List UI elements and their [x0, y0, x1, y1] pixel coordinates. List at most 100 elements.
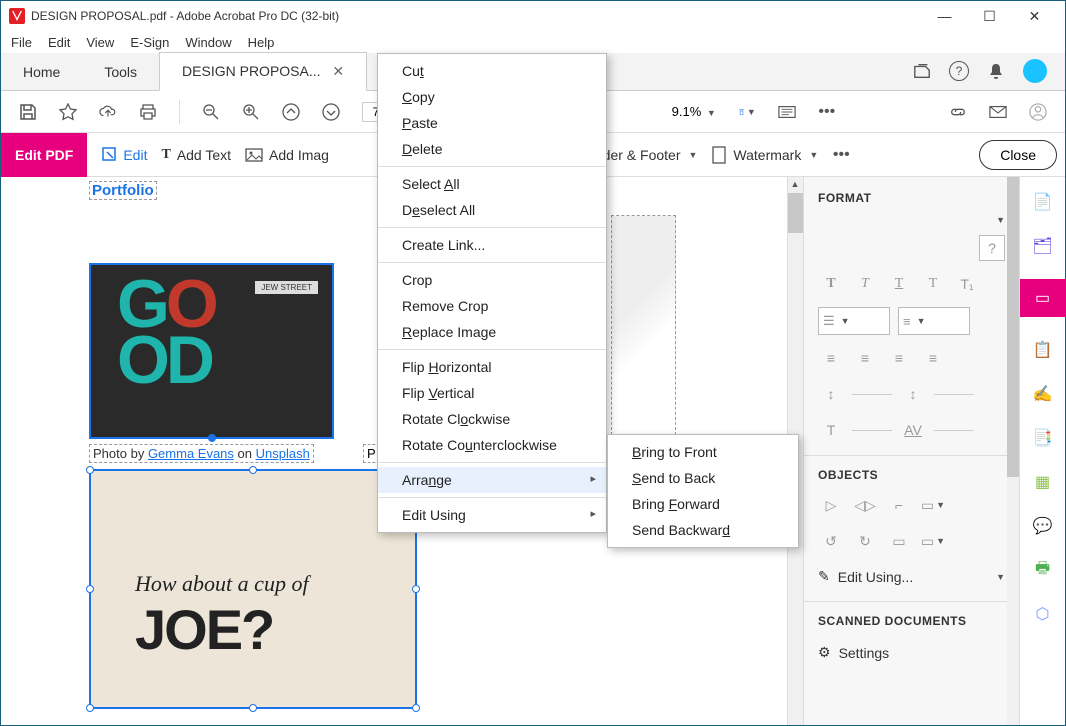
- tab-tools[interactable]: Tools: [82, 54, 159, 90]
- star-icon[interactable]: [59, 103, 77, 121]
- ctx-create-link[interactable]: Create Link...: [378, 232, 606, 258]
- avatar[interactable]: [1023, 59, 1047, 83]
- close-window-button[interactable]: ✕: [1012, 1, 1057, 31]
- help-icon[interactable]: ?: [949, 61, 969, 81]
- watermark-tool[interactable]: Watermark▼: [711, 146, 818, 164]
- page-up-icon[interactable]: [282, 103, 300, 121]
- email-icon[interactable]: [989, 103, 1007, 121]
- rail-combine-icon[interactable]: 🗂: [1032, 235, 1054, 257]
- settings-row[interactable]: ⚙ Settings: [818, 638, 1005, 667]
- align-right-icon[interactable]: ≡: [886, 345, 912, 371]
- close-button[interactable]: Close: [979, 140, 1057, 170]
- text-color-icon[interactable]: T: [920, 271, 946, 297]
- crop-icon[interactable]: ⌐: [886, 492, 912, 518]
- rail-scan-icon[interactable]: ▦: [1032, 471, 1054, 493]
- char-spacing-icon[interactable]: AV: [900, 417, 926, 443]
- ctx-rotate-cw[interactable]: Rotate Clockwise: [378, 406, 606, 432]
- fit-width-icon[interactable]: ▼: [738, 103, 756, 121]
- help-format-icon[interactable]: ?: [979, 235, 1005, 261]
- rotate-ccw-icon[interactable]: ↺: [818, 528, 844, 554]
- tab-document[interactable]: DESIGN PROPOSA... ✕: [159, 52, 367, 91]
- ctx-replace-image[interactable]: Replace Image: [378, 319, 606, 345]
- image-papers[interactable]: [611, 215, 676, 435]
- rail-export-icon[interactable]: 📋: [1032, 339, 1054, 361]
- rotate-cw-icon[interactable]: ↻: [852, 528, 878, 554]
- line-spacing-icon[interactable]: ↕: [818, 381, 844, 407]
- arrange-icon[interactable]: ▭▼: [920, 528, 946, 554]
- image-caption[interactable]: Photo by Gemma Evans on Unsplash: [89, 444, 314, 463]
- ctx-deselect-all[interactable]: Deselect All: [378, 197, 606, 223]
- menu-window[interactable]: Window: [185, 35, 231, 50]
- tab-home[interactable]: Home: [1, 54, 82, 90]
- selection-handle[interactable]: [86, 466, 94, 474]
- align-left-icon[interactable]: ≡: [818, 345, 844, 371]
- selection-handle[interactable]: [412, 585, 420, 593]
- profile-icon[interactable]: [1029, 103, 1047, 121]
- align-center-icon[interactable]: ≡: [852, 345, 878, 371]
- align-justify-icon[interactable]: ≡: [920, 345, 946, 371]
- ctx-copy[interactable]: Copy: [378, 84, 606, 110]
- ctx-cut[interactable]: Cut: [378, 58, 606, 84]
- menu-edit[interactable]: Edit: [48, 35, 70, 50]
- scroll-up-icon[interactable]: ▲: [788, 179, 802, 189]
- bullet-list-dropdown[interactable]: ☰ ▼: [818, 307, 890, 335]
- rail-comment-icon[interactable]: 💬: [1032, 515, 1054, 537]
- paragraph-spacing-icon[interactable]: ↕: [900, 381, 926, 407]
- subscript-icon[interactable]: T₁: [954, 271, 980, 297]
- selection-handle[interactable]: [249, 704, 257, 712]
- sub-bring-front[interactable]: Bring to Front: [608, 439, 798, 465]
- format-scrollbar[interactable]: [1007, 177, 1019, 725]
- link-icon[interactable]: [949, 103, 967, 121]
- portfolio-heading[interactable]: Portfolio: [89, 181, 157, 200]
- menu-help[interactable]: Help: [248, 35, 275, 50]
- menu-file[interactable]: File: [11, 35, 32, 50]
- more-edit-icon[interactable]: •••: [832, 146, 850, 164]
- menu-esign[interactable]: E-Sign: [130, 35, 169, 50]
- read-mode-icon[interactable]: [778, 103, 796, 121]
- horizontal-scale-icon[interactable]: T: [818, 417, 844, 443]
- ctx-flip-horizontal[interactable]: Flip Horizontal: [378, 354, 606, 380]
- bell-icon[interactable]: [987, 62, 1005, 80]
- ctx-rotate-ccw[interactable]: Rotate Counterclockwise: [378, 432, 606, 458]
- sub-bring-forward[interactable]: Bring Forward: [608, 491, 798, 517]
- rail-organize-icon[interactable]: 📑: [1032, 427, 1054, 449]
- save-icon[interactable]: [19, 103, 37, 121]
- rail-edit-pdf-icon[interactable]: ▭: [1020, 279, 1066, 317]
- flip-vertical-icon[interactable]: ▷: [818, 492, 844, 518]
- rail-create-pdf-icon[interactable]: 📄: [1032, 191, 1054, 213]
- sub-send-back[interactable]: Send to Back: [608, 465, 798, 491]
- sub-send-backward[interactable]: Send Backward: [608, 517, 798, 543]
- page-down-icon[interactable]: [322, 103, 340, 121]
- link-unsplash[interactable]: Unsplash: [256, 446, 310, 461]
- image-joe[interactable]: How about a cup of JOE?: [89, 469, 417, 709]
- ctx-select-all[interactable]: Select All: [378, 171, 606, 197]
- zoom-in-icon[interactable]: [242, 103, 260, 121]
- edit-using-row[interactable]: ✎ Edit Using... ▼: [818, 564, 1005, 589]
- rail-print-icon[interactable]: 🖶: [1032, 559, 1054, 581]
- dropdown-icon[interactable]: ▼: [996, 215, 1005, 225]
- selection-handle[interactable]: [249, 466, 257, 474]
- ctx-remove-crop[interactable]: Remove Crop: [378, 293, 606, 319]
- number-list-dropdown[interactable]: ≡ ▼: [898, 307, 970, 335]
- rail-protect-icon[interactable]: ⬡: [1032, 603, 1054, 625]
- align-objects-icon[interactable]: ▭▼: [920, 492, 946, 518]
- add-text-tool[interactable]: T Add Text: [161, 147, 231, 163]
- print-icon[interactable]: [139, 103, 157, 121]
- ctx-delete[interactable]: Delete: [378, 136, 606, 162]
- tab-close-icon[interactable]: ✕: [332, 63, 344, 79]
- add-image-tool[interactable]: Add Imag: [245, 147, 329, 163]
- selection-handle[interactable]: [412, 704, 420, 712]
- ctx-flip-vertical[interactable]: Flip Vertical: [378, 380, 606, 406]
- selection-handle[interactable]: [86, 585, 94, 593]
- italic-icon[interactable]: T: [852, 271, 878, 297]
- rail-sign-icon[interactable]: ✍: [1032, 383, 1054, 405]
- image-good[interactable]: JEW STREET GOOD: [89, 263, 334, 439]
- minimize-button[interactable]: —: [922, 1, 967, 31]
- share-icon[interactable]: [913, 62, 931, 80]
- underline-icon[interactable]: T: [886, 271, 912, 297]
- ctx-paste[interactable]: Paste: [378, 110, 606, 136]
- zoom-value[interactable]: 9.1% ▼: [672, 104, 716, 119]
- ctx-arrange[interactable]: Arrange: [378, 467, 606, 493]
- menu-view[interactable]: View: [86, 35, 114, 50]
- selection-handle[interactable]: [208, 434, 216, 442]
